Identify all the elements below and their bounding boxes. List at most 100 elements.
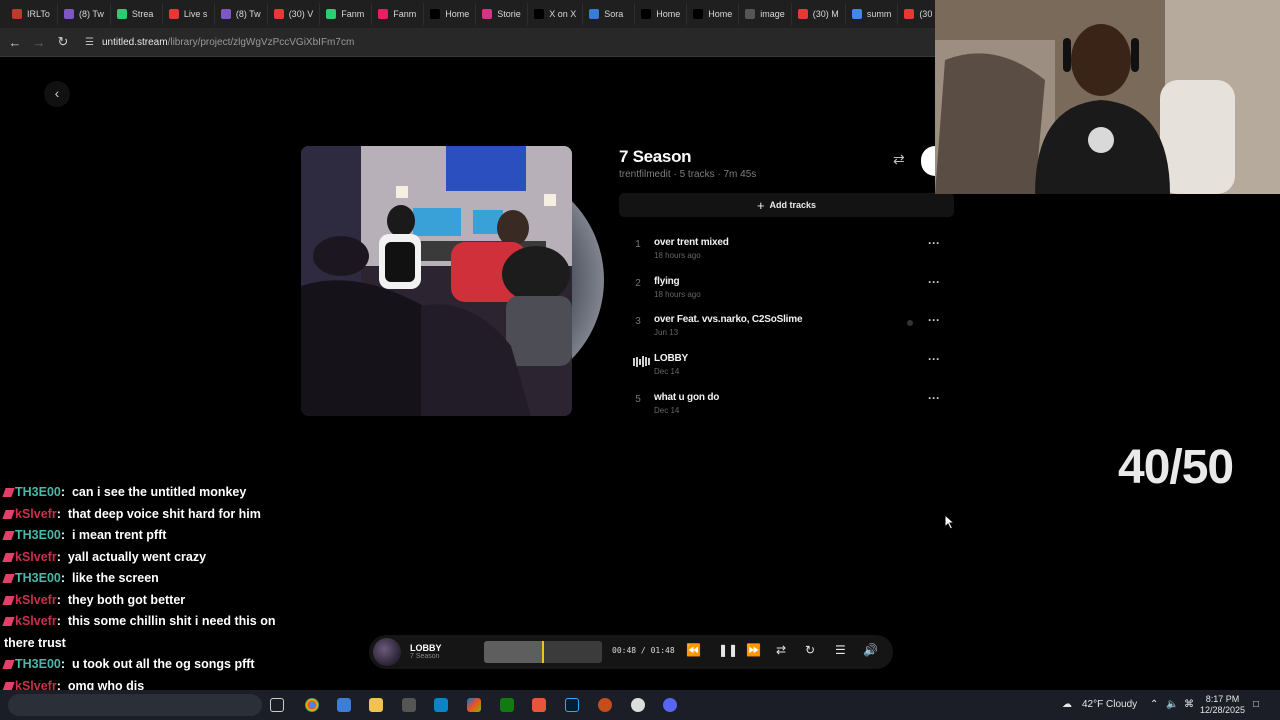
cloud-icon[interactable]: ☁ — [1062, 699, 1072, 710]
more-options-icon[interactable]: ··· — [928, 352, 940, 366]
now-playing-art[interactable] — [373, 638, 401, 666]
speaker-icon[interactable]: 🔈 — [1166, 699, 1178, 710]
browser-tab[interactable]: Fanm — [320, 3, 373, 25]
more-options-icon[interactable]: ··· — [928, 313, 940, 327]
browser-tab[interactable]: (30) M — [792, 3, 846, 25]
obs-icon[interactable] — [631, 698, 645, 712]
browser-tab[interactable]: IRLTo — [6, 3, 58, 25]
volume-icon[interactable]: 🔊 — [863, 643, 878, 657]
twitch-icon — [220, 9, 231, 19]
browser-tab[interactable]: Live s — [163, 3, 215, 25]
chrome-icon[interactable] — [305, 698, 319, 712]
discord-icon[interactable] — [663, 698, 677, 712]
instagram-icon — [482, 9, 493, 19]
elapsed-time: 00:48 — [612, 646, 637, 655]
browser-tab-label: (8) Tw — [235, 9, 261, 19]
chevron-left-icon: ‹ — [54, 85, 60, 101]
browser-tab[interactable]: (8) Tw — [58, 3, 111, 25]
track-row[interactable]: 5 what u gon do Dec 14 ··· — [628, 388, 948, 427]
browser-tab[interactable]: image — [739, 3, 792, 25]
browser-tab-label: (30) V — [288, 9, 314, 19]
track-row[interactable]: 2 flying 18 hours ago ··· — [628, 272, 948, 311]
track-row[interactable]: 3 over Feat. vvs.narko, C2SoSlime Jun 13 ··… — [628, 310, 948, 349]
url-host: untitled.stream — [101, 36, 168, 48]
pause-icon[interactable]: ❚❚ — [718, 643, 738, 657]
url-field[interactable]: ☰ untitled.stream/library/project/zlgWgV… — [85, 37, 354, 48]
chat-badge-icon — [2, 595, 15, 605]
chat-username: TH3E00 — [15, 485, 61, 499]
more-options-icon[interactable]: ··· — [928, 391, 940, 405]
x-logo-icon — [693, 9, 704, 19]
notification-icon[interactable]: □ — [1253, 699, 1259, 710]
forward-arrow-icon[interactable]: → — [27, 35, 51, 50]
chat-message: kSlvefr: this some chillin shit i need t… — [2, 611, 304, 654]
browser-tab[interactable]: X on X — [528, 3, 584, 25]
track-title[interactable]: over trent mixed — [654, 237, 729, 248]
chat-text: can i see the untitled monkey — [71, 485, 247, 499]
photoshop-icon[interactable] — [565, 698, 579, 712]
back-button[interactable]: ‹ — [44, 81, 70, 107]
chat-username: kSlvefr — [15, 549, 57, 564]
more-options-icon[interactable]: ··· — [928, 236, 940, 250]
fanmail-icon — [326, 9, 337, 19]
track-title[interactable]: what u gon do — [654, 392, 719, 403]
track-title[interactable]: flying — [654, 276, 680, 287]
taskbar-search-box[interactable] — [8, 694, 262, 716]
rewind-icon[interactable]: ⏪ — [686, 643, 701, 657]
xbox-icon[interactable] — [500, 698, 514, 712]
browser-tab[interactable]: Fanm — [372, 3, 425, 25]
time-separator: / — [640, 646, 646, 655]
browser-tab[interactable]: Storie — [476, 3, 529, 25]
chat-colon: : — [56, 506, 68, 521]
firefox-icon[interactable] — [598, 698, 612, 712]
app-icon[interactable] — [402, 698, 416, 712]
monitor-app-icon[interactable] — [434, 698, 448, 712]
browser-tab[interactable]: Home — [687, 3, 740, 25]
reload-icon[interactable]: ↻ — [51, 34, 75, 50]
r-logo-icon — [12, 9, 22, 19]
store-icon[interactable] — [337, 698, 351, 712]
browser-tab[interactable]: Home — [635, 3, 688, 25]
file-explorer-icon[interactable] — [369, 698, 383, 712]
browser-tab[interactable]: Home — [424, 3, 477, 25]
browser-tab[interactable]: summ — [846, 3, 899, 25]
add-tracks-button[interactable]: + Add tracks — [619, 193, 954, 217]
chat-badge-icon — [2, 531, 15, 540]
chat-message: TH3E00: like the screen — [2, 568, 304, 590]
browser-tab[interactable]: (8) Tw — [215, 3, 268, 25]
site-settings-icon[interactable]: ☰ — [85, 37, 94, 48]
shuffle-button[interactable]: ⇄ — [893, 151, 905, 168]
browser-tab[interactable]: Sora — [583, 3, 636, 25]
copilot-icon[interactable] — [467, 698, 481, 712]
browser-tab[interactable]: (30) V — [268, 3, 321, 25]
waveform-scrubber[interactable] — [484, 641, 602, 663]
queue-icon[interactable]: ☰ — [835, 643, 846, 657]
now-playing-project[interactable]: 7 Season — [410, 653, 440, 660]
chat-badge-icon — [2, 509, 15, 519]
browser-tab-label: Strea — [131, 9, 154, 19]
browser-tab-label: (30 — [919, 9, 933, 19]
now-playing-title[interactable]: LOBBY — [410, 643, 442, 653]
track-title[interactable]: over Feat. vvs.narko, C2SoSlime — [654, 314, 803, 325]
task-view-icon[interactable] — [270, 698, 284, 712]
browser-tab-label: Storie — [497, 9, 521, 19]
repeat-icon[interactable]: ↻ — [805, 643, 815, 657]
browser-tab[interactable]: Strea — [111, 3, 163, 25]
project-title: 7 Season — [619, 147, 692, 166]
track-row[interactable]: LOBBY Dec 14 ··· — [628, 349, 948, 388]
track-title[interactable]: LOBBY — [654, 353, 688, 364]
browser-tab-label: Live s — [183, 9, 208, 19]
media-app-icon[interactable] — [532, 698, 546, 712]
playhead[interactable] — [541, 641, 544, 663]
track-row[interactable]: 1 over trent mixed 18 hours ago ··· — [628, 233, 948, 272]
weather-text[interactable]: 42°F Cloudy — [1082, 699, 1137, 710]
network-icon[interactable]: ⌘ — [1184, 699, 1194, 710]
track-date: Jun 13 — [654, 328, 679, 338]
shuffle-icon[interactable]: ⇄ — [776, 643, 786, 657]
chevron-up-icon[interactable]: ⌃ — [1150, 699, 1158, 710]
system-clock[interactable]: 8:17 PM 12/28/2025 — [1200, 694, 1245, 716]
more-options-icon[interactable]: ··· — [928, 275, 940, 289]
fast-forward-icon[interactable]: ⏩ — [746, 643, 761, 657]
back-arrow-icon[interactable]: ← — [3, 35, 27, 50]
browser-tab-label: IRLTo — [27, 9, 50, 19]
